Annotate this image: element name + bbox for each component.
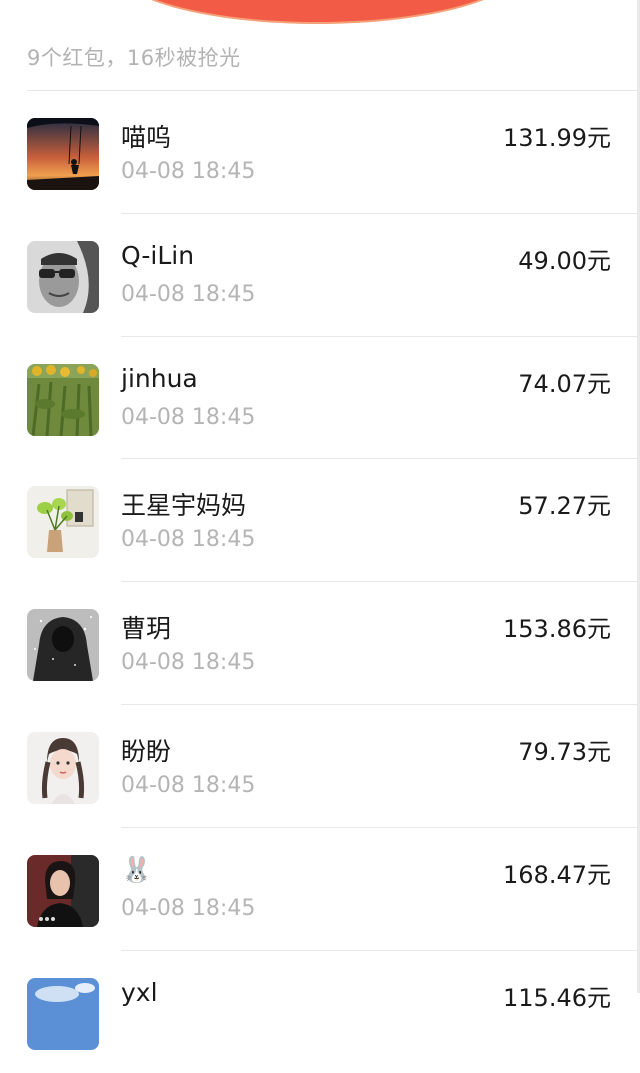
woman-portrait-photo (27, 854, 99, 927)
claim-time: 04-08 18:45 (121, 281, 256, 307)
claim-amount: 57.27元 (518, 492, 611, 521)
claim-row[interactable]: 王星宇妈妈 04-08 18:45 57.27元 (0, 459, 640, 583)
claim-list: 喵呜 04-08 18:45 131.99元 Q-iLin 04-08 18:4… (0, 91, 640, 1073)
claim-row[interactable]: jinhua 04-08 18:45 74.07元 (0, 337, 640, 460)
avatar[interactable] (27, 977, 99, 1050)
claim-row[interactable]: Q-iLin 04-08 18:45 49.00元 (0, 214, 640, 337)
claim-amount: 168.47元 (503, 860, 611, 889)
claim-amount: 131.99元 (503, 124, 611, 152)
avatar[interactable] (27, 118, 99, 190)
girl-braids-photo (27, 731, 99, 804)
claim-amount: 79.73元 (518, 737, 611, 766)
claim-time: 04-08 18:45 (121, 895, 256, 921)
blue-sky-photo (27, 977, 99, 1050)
user-name: 盼盼 (121, 736, 172, 766)
user-name: 曹玥 (121, 614, 172, 644)
claim-amount: 115.46元 (503, 983, 611, 1012)
user-name: 喵呜 (121, 123, 172, 152)
claim-time: 04-08 18:45 (121, 650, 256, 676)
sunflower-field-photo (27, 363, 99, 436)
hooded-figure-snow-photo (27, 609, 99, 682)
user-name: 🐰 (121, 854, 153, 884)
claim-time: 04-08 18:45 (121, 159, 256, 184)
claim-time: 04-08 18:45 (121, 404, 256, 430)
claim-row[interactable]: 曹玥 04-08 18:45 153.86元 (0, 582, 640, 705)
plant-vase-photo (27, 486, 99, 559)
red-packet-header-arc (115, 0, 520, 22)
man-sunglasses-photo (27, 240, 99, 313)
claim-amount: 153.86元 (503, 615, 611, 644)
avatar[interactable] (27, 609, 99, 682)
claim-time: 04-08 18:45 (121, 527, 256, 553)
user-name: 王星宇妈妈 (121, 491, 247, 521)
avatar[interactable] (27, 363, 99, 436)
claim-row[interactable]: 盼盼 04-08 18:45 79.73元 (0, 705, 640, 828)
user-name: Q-iLin (121, 240, 195, 270)
user-name: jinhua (121, 363, 198, 393)
avatar[interactable] (27, 486, 99, 559)
claim-amount: 74.07元 (518, 369, 611, 398)
avatar[interactable] (27, 731, 99, 804)
claim-row[interactable]: 喵呜 04-08 18:45 131.99元 (0, 91, 640, 214)
claim-row[interactable]: yxl 115.46元 (0, 951, 640, 1073)
red-packet-summary: 9个红包，16秒被抢光 (27, 46, 241, 70)
avatar[interactable] (27, 854, 99, 927)
claim-time: 04-08 18:45 (121, 772, 256, 798)
avatar[interactable] (27, 240, 99, 313)
claim-row[interactable]: 🐰 04-08 18:45 168.47元 (0, 828, 640, 951)
user-name: yxl (121, 977, 158, 1007)
sunset-swing-photo (27, 118, 99, 190)
claim-amount: 49.00元 (518, 246, 611, 275)
